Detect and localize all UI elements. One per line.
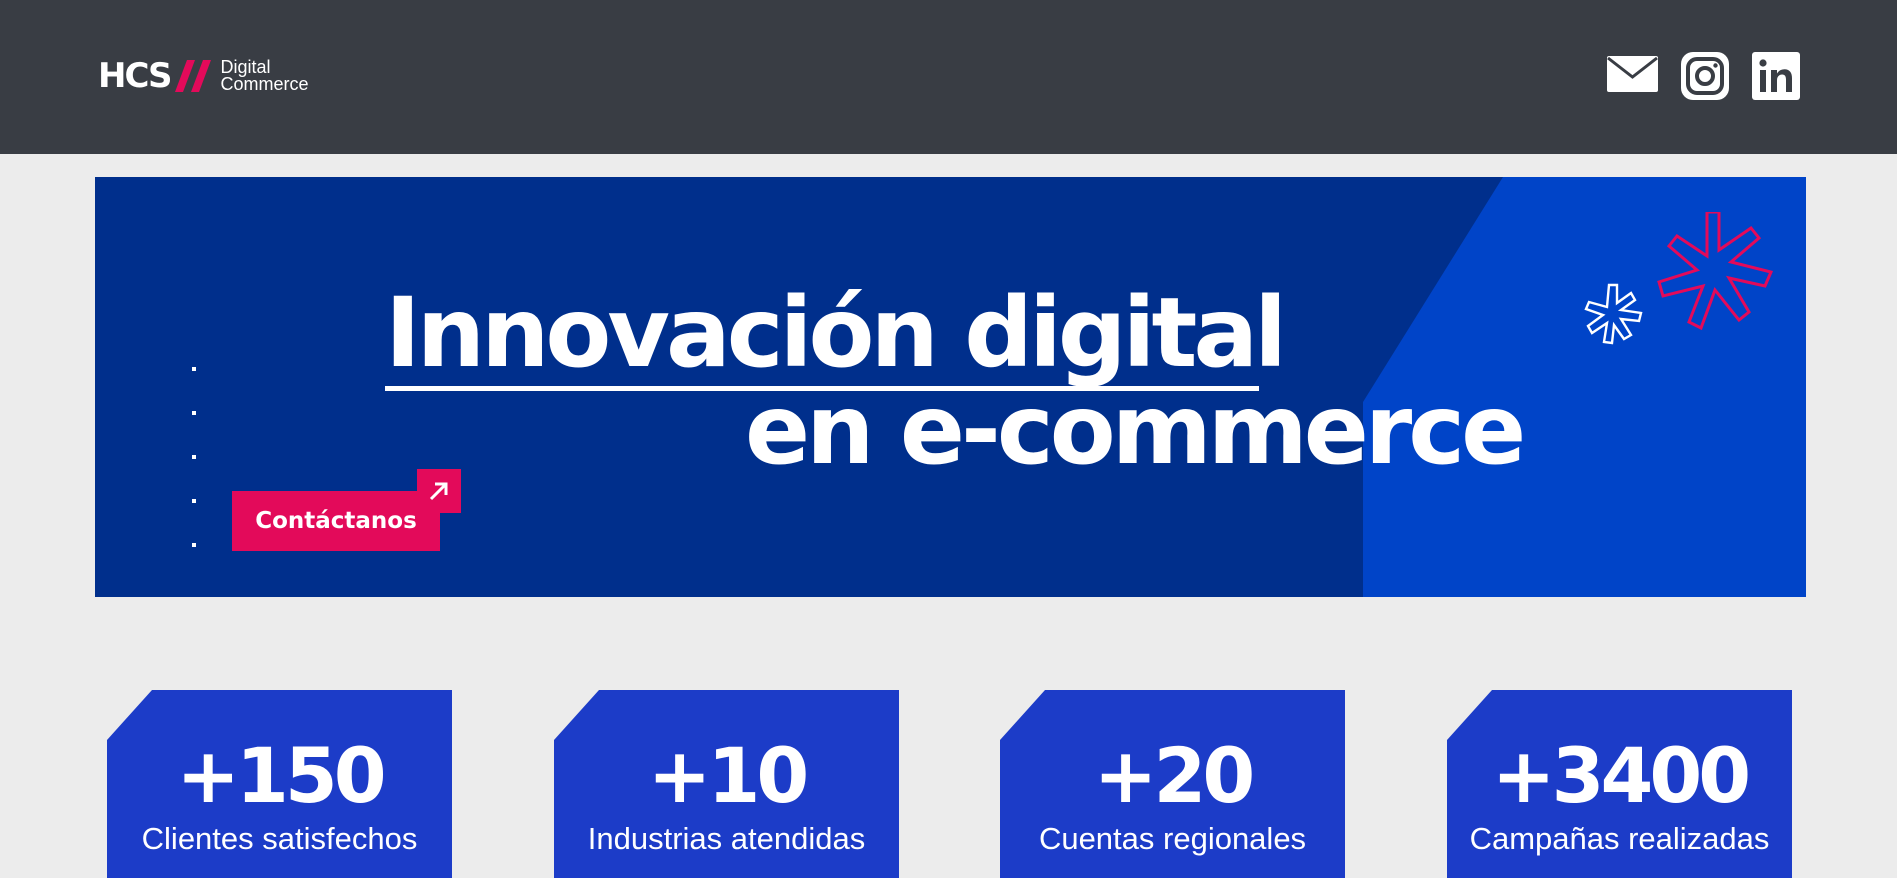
stat-value: +20 — [1093, 731, 1255, 820]
contact-button[interactable]: Contáctanos — [232, 491, 440, 551]
top-bar: HCS Digital Commerce — [0, 0, 1897, 154]
stat-value: +10 — [647, 731, 809, 820]
stat-label: Campañas realizadas — [1469, 821, 1770, 856]
stat-value: +150 — [176, 731, 386, 820]
logo-slash-icon — [174, 60, 211, 92]
stat-card: +10 Industrias atendidas — [554, 690, 899, 878]
dot — [192, 367, 196, 371]
dot — [192, 543, 196, 547]
hero-banner: Innovación digital en e-commerce Contáct… — [95, 177, 1806, 597]
stat-card: +20 Cuentas regionales — [1000, 690, 1345, 878]
logo-text: Digital Commerce — [220, 58, 309, 94]
stat-label: Cuentas regionales — [1038, 821, 1307, 856]
logo-mark: HCS — [98, 56, 173, 96]
hero-title-line1: Innovación digital — [385, 277, 1287, 389]
stat-card: +150 Clientes satisfechos — [107, 690, 452, 878]
hero-title-line2: en e-commerce — [745, 374, 1526, 486]
dot — [192, 455, 196, 459]
dot — [192, 411, 196, 415]
instagram-icon[interactable] — [1681, 52, 1729, 100]
stat-label: Industrias atendidas — [587, 821, 866, 856]
asterisk-small-outline-icon — [1584, 283, 1643, 345]
mail-icon[interactable] — [1607, 52, 1658, 96]
hcs-logo[interactable]: HCS Digital Commerce — [98, 58, 309, 94]
stat-label: Clientes satisfechos — [141, 821, 418, 856]
stat-card: +3400 Campañas realizadas — [1447, 690, 1792, 878]
asterisk-outline-icon — [1657, 212, 1773, 331]
arrow-up-right-icon[interactable] — [417, 469, 461, 513]
stat-value: +3400 — [1491, 731, 1751, 820]
logo-text-line2: Commerce — [220, 74, 309, 94]
dot — [192, 499, 196, 503]
hero-dots — [192, 367, 198, 547]
linkedin-icon[interactable] — [1752, 52, 1800, 100]
